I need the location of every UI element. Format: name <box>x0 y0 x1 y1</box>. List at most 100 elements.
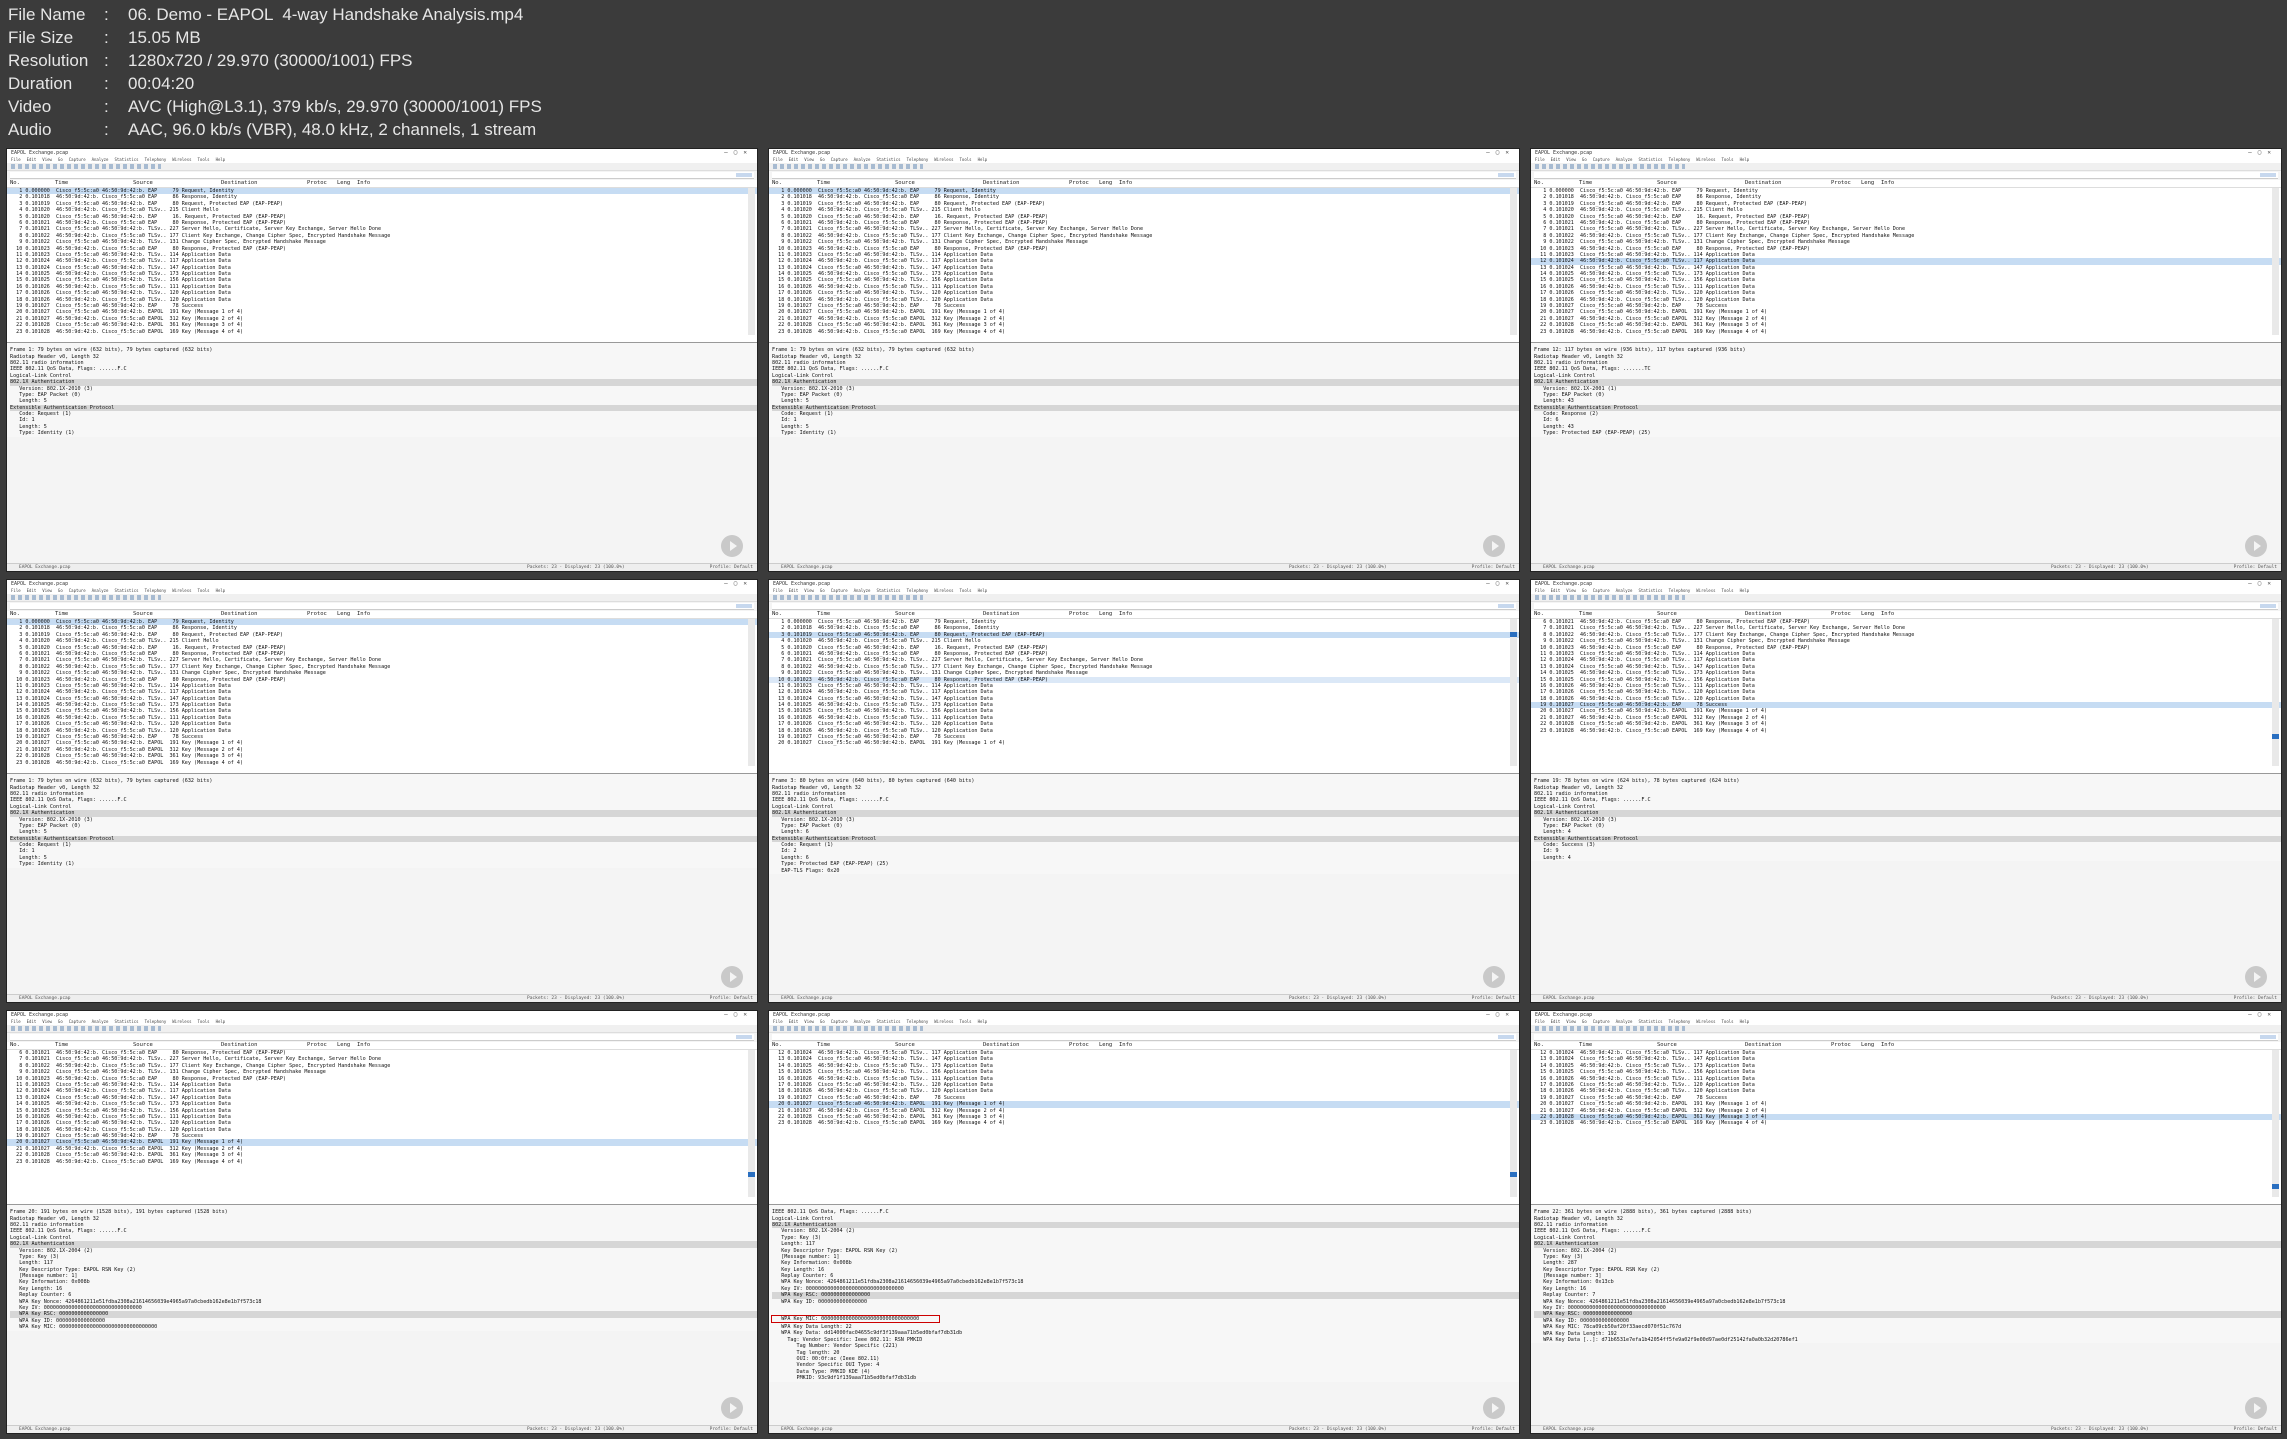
menu-item-help[interactable]: Help <box>216 1019 226 1024</box>
toolbar-icons[interactable] <box>11 164 161 169</box>
menu-item-statistics[interactable]: Statistics <box>114 157 138 162</box>
menu-item-telephony[interactable]: Telephony <box>145 157 167 162</box>
menu-item-view[interactable]: View <box>804 1019 814 1024</box>
column-header[interactable]: Destination <box>221 611 257 618</box>
toolbar-icons[interactable] <box>1535 164 1685 169</box>
menu-item-statistics[interactable]: Statistics <box>1638 157 1662 162</box>
toolbar-icons[interactable] <box>773 595 923 600</box>
menu-item-analyze[interactable]: Analyze <box>92 157 109 162</box>
column-header[interactable]: No. <box>772 1042 782 1049</box>
menu-item-tools[interactable]: Tools <box>960 588 972 593</box>
menu-item-file[interactable]: File <box>1535 157 1545 162</box>
column-header[interactable]: Destination <box>1745 611 1781 618</box>
menu-item-view[interactable]: View <box>42 588 52 593</box>
menu-item-edit[interactable]: Edit <box>1551 157 1561 162</box>
menu-item-file[interactable]: File <box>11 157 21 162</box>
menu-item-edit[interactable]: Edit <box>27 588 37 593</box>
column-header[interactable]: Info <box>1881 1042 1894 1049</box>
toolbar-icons[interactable] <box>11 595 161 600</box>
menu-item-go[interactable]: Go <box>1582 588 1587 593</box>
packet-row[interactable]: 20 0.101027 Cisco_f5:5c:a0 46:50:9d:42:b… <box>769 740 1519 746</box>
menu-item-go[interactable]: Go <box>820 1019 825 1024</box>
menu-item-help[interactable]: Help <box>978 588 988 593</box>
column-header[interactable]: Source <box>133 180 153 187</box>
menu-item-tools[interactable]: Tools <box>198 588 210 593</box>
menu-item-capture[interactable]: Capture <box>1593 157 1610 162</box>
menu-item-edit[interactable]: Edit <box>27 157 37 162</box>
menu-item-help[interactable]: Help <box>978 157 988 162</box>
detail-line[interactable]: Type: Identity (1) <box>772 430 1519 436</box>
menu-item-analyze[interactable]: Analyze <box>1616 157 1633 162</box>
display-filter-input[interactable] <box>1534 172 2278 179</box>
menu-item-edit[interactable]: Edit <box>789 1019 799 1024</box>
menu-item-wireless[interactable]: Wireless <box>1696 1019 1715 1024</box>
status-profile[interactable]: Profile: Default <box>1472 564 1515 571</box>
menu-item-file[interactable]: File <box>11 588 21 593</box>
column-header[interactable]: Time <box>817 1042 830 1049</box>
packet-row[interactable]: 23 0.101028 46:50:9d:42:b. Cisco_f5:5c:a… <box>769 329 1519 335</box>
menu-item-help[interactable]: Help <box>1740 588 1750 593</box>
menu-item-analyze[interactable]: Analyze <box>854 1019 871 1024</box>
window-controls[interactable]: –▢✕ <box>724 1011 753 1019</box>
menu-item-edit[interactable]: Edit <box>1551 588 1561 593</box>
menu-item-telephony[interactable]: Telephony <box>1669 588 1691 593</box>
window-controls[interactable]: –▢✕ <box>724 580 753 588</box>
toolbar-icons[interactable] <box>1535 1026 1685 1031</box>
menu-item-view[interactable]: View <box>1566 1019 1576 1024</box>
column-header[interactable]: Time <box>1579 1042 1592 1049</box>
column-header[interactable]: Info <box>1119 180 1132 187</box>
column-header[interactable]: Protoc <box>307 1042 327 1049</box>
menu-item-wireless[interactable]: Wireless <box>172 1019 191 1024</box>
menu-item-capture[interactable]: Capture <box>831 1019 848 1024</box>
column-header[interactable]: No. <box>10 611 20 618</box>
detail-line[interactable]: Type: Identity (1) <box>10 430 757 436</box>
column-header[interactable]: Leng <box>1861 611 1874 618</box>
menu-item-help[interactable]: Help <box>1740 157 1750 162</box>
menu-item-help[interactable]: Help <box>1740 1019 1750 1024</box>
status-profile[interactable]: Profile: Default <box>2234 995 2277 1002</box>
menu-item-telephony[interactable]: Telephony <box>1669 157 1691 162</box>
column-header[interactable]: Info <box>357 180 370 187</box>
menu-item-capture[interactable]: Capture <box>1593 588 1610 593</box>
column-header[interactable]: Info <box>1119 1042 1132 1049</box>
detail-line[interactable]: WPA Key ID: 0000000000000000 <box>772 1299 1519 1305</box>
status-profile[interactable]: Profile: Default <box>1472 995 1515 1002</box>
detail-line[interactable]: WPA Key Data [..]: d71b6531e7efa1b42054f… <box>1534 1337 2281 1343</box>
display-filter-input[interactable] <box>772 1034 1516 1041</box>
column-header[interactable]: Source <box>1657 1042 1677 1049</box>
menu-item-go[interactable]: Go <box>58 157 63 162</box>
column-header[interactable]: Protoc <box>1831 611 1851 618</box>
status-profile[interactable]: Profile: Default <box>710 1426 753 1433</box>
window-controls[interactable]: –▢✕ <box>1486 1011 1515 1019</box>
column-header[interactable]: Leng <box>337 180 350 187</box>
column-header[interactable]: Source <box>1657 611 1677 618</box>
column-header[interactable]: Destination <box>983 1042 1019 1049</box>
column-header[interactable]: Source <box>895 180 915 187</box>
column-header[interactable]: No. <box>1534 180 1544 187</box>
window-controls[interactable]: –▢✕ <box>1486 149 1515 157</box>
menu-item-file[interactable]: File <box>773 157 783 162</box>
display-filter-input[interactable] <box>772 603 1516 610</box>
display-filter-input[interactable] <box>10 172 754 179</box>
column-header[interactable]: Destination <box>983 180 1019 187</box>
menu-item-capture[interactable]: Capture <box>831 157 848 162</box>
column-header[interactable]: Time <box>1579 180 1592 187</box>
menu-item-capture[interactable]: Capture <box>831 588 848 593</box>
column-header[interactable]: Time <box>55 180 68 187</box>
column-header[interactable]: Leng <box>1861 1042 1874 1049</box>
menu-item-wireless[interactable]: Wireless <box>172 588 191 593</box>
menu-item-file[interactable]: File <box>773 1019 783 1024</box>
column-header[interactable]: Source <box>895 611 915 618</box>
packet-row[interactable]: 23 0.101028 46:50:9d:42:b. Cisco_f5:5c:a… <box>7 1159 757 1165</box>
column-header[interactable]: Info <box>1881 611 1894 618</box>
column-header[interactable]: Info <box>1881 180 1894 187</box>
menu-item-file[interactable]: File <box>1535 1019 1545 1024</box>
menu-item-tools[interactable]: Tools <box>198 157 210 162</box>
display-filter-input[interactable] <box>772 172 1516 179</box>
toolbar-icons[interactable] <box>773 164 923 169</box>
menu-item-statistics[interactable]: Statistics <box>876 157 900 162</box>
menu-item-help[interactable]: Help <box>216 157 226 162</box>
column-header[interactable]: Time <box>1579 611 1592 618</box>
menu-item-file[interactable]: File <box>773 588 783 593</box>
column-header[interactable]: Info <box>357 1042 370 1049</box>
